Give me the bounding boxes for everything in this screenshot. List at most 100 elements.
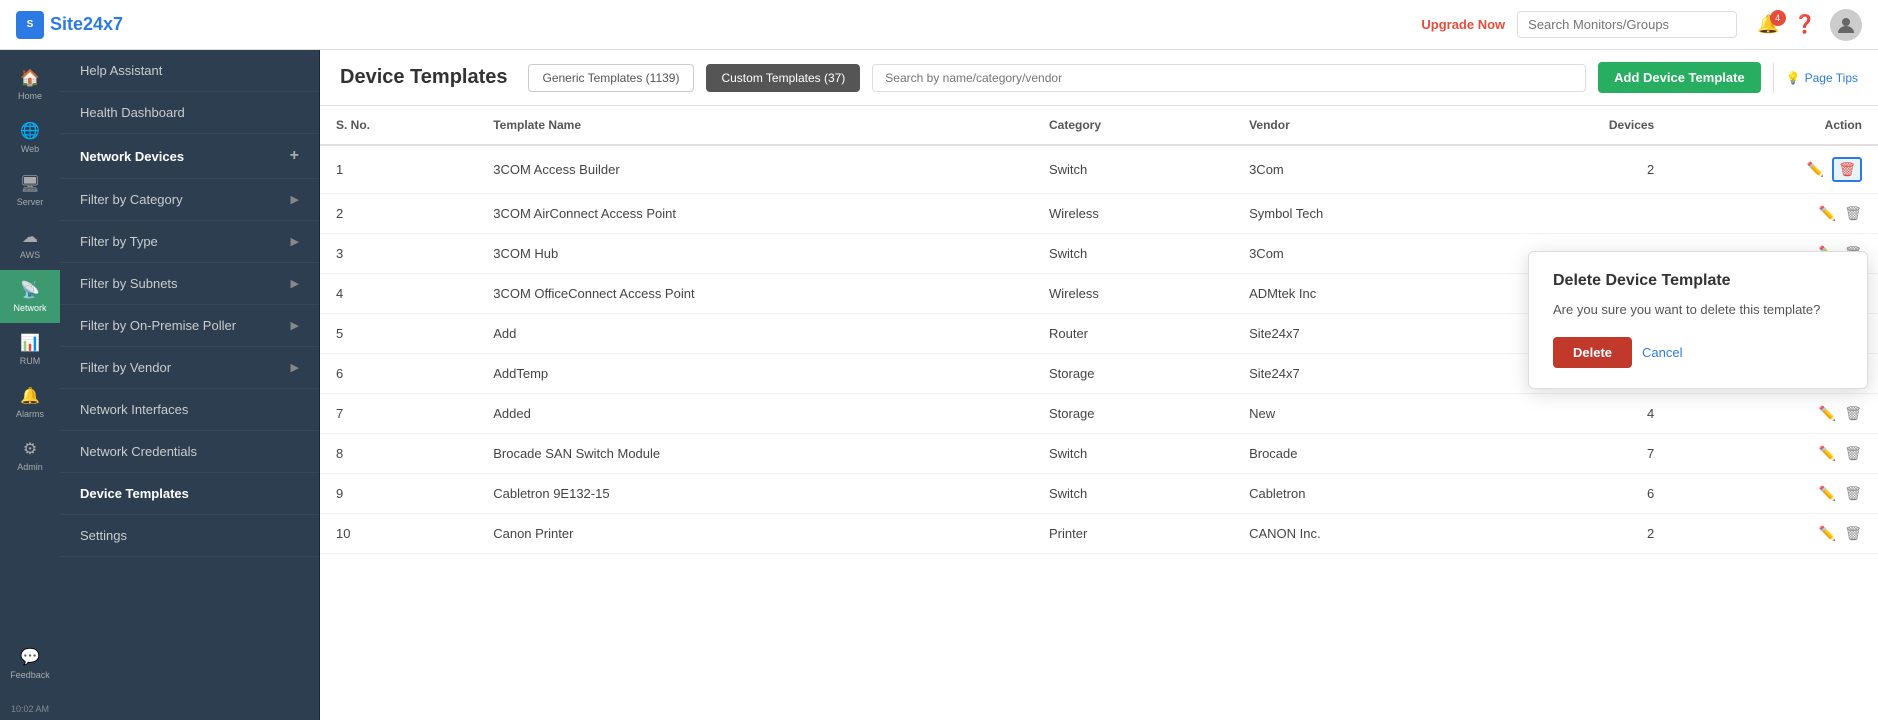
cell-template-name: Canon Printer [477,514,1033,554]
col-vendor: Vendor [1233,106,1486,145]
cell-action: ✏️ 🗑 [1670,145,1878,194]
cell-sno: 5 [320,314,477,354]
server-icon: 🖥 [20,174,40,194]
table-header-row: S. No. Template Name Category Vendor Dev… [320,106,1878,145]
aws-icon: ☁ [22,227,38,247]
tab-custom-templates[interactable]: Custom Templates (37) [706,64,860,92]
nav-icons: 🔔 4 ❓ [1757,9,1862,41]
cell-template-name: 3COM AirConnect Access Point [477,194,1033,234]
tab-generic-templates[interactable]: Generic Templates (1139) [528,64,695,92]
nav-item-network-devices[interactable]: Network Devices + [60,134,319,179]
add-device-template-button[interactable]: Add Device Template [1598,62,1761,93]
nav-item-settings[interactable]: Settings [60,515,319,557]
home-icon: 🏠 [20,68,40,88]
cell-template-name: AddTemp [477,354,1033,394]
nav-panel: Help Assistant Health Dashboard Network … [60,50,320,720]
main-layout: 🏠 Home 🌐 Web 🖥 Server ☁ AWS 📡 Network 📊 … [0,50,1878,720]
sidebar-item-alarms[interactable]: 🔔 Alarms [0,376,60,429]
cell-template-name: Brocade SAN Switch Module [477,434,1033,474]
template-search-input[interactable] [872,64,1586,92]
global-search-input[interactable] [1517,11,1737,38]
cell-vendor: Brocade [1233,434,1486,474]
nav-item-filter-subnets[interactable]: Filter by Subnets ▶ [60,263,319,305]
cell-vendor: CANON Inc. [1233,514,1486,554]
cell-action: ✏️ 🗑 [1670,434,1878,474]
table-row: 7 Added Storage New 4 ✏️ 🗑 [320,394,1878,434]
popup-delete-button[interactable]: Delete [1553,337,1632,368]
sidebar-item-web[interactable]: 🌐 Web [0,111,60,164]
upgrade-now-link[interactable]: Upgrade Now [1421,17,1505,32]
cell-vendor: Site24x7 [1233,354,1486,394]
logo-text: Site24x7 [50,14,123,35]
cell-devices: 7 [1486,434,1670,474]
edit-icon[interactable]: ✏️ [1819,485,1836,502]
cell-category: Storage [1033,354,1233,394]
cell-devices [1486,194,1670,234]
nav-item-filter-type[interactable]: Filter by Type ▶ [60,221,319,263]
popup-actions: Delete Cancel [1553,337,1843,368]
sidebar-item-server[interactable]: 🖥 Server [0,164,60,217]
page-tips-link[interactable]: 💡 Page Tips [1786,71,1858,85]
cell-sno: 9 [320,474,477,514]
filter-category-arrow: ▶ [291,193,299,206]
notifications-icon[interactable]: 🔔 4 [1757,14,1779,35]
table-row: 2 3COM AirConnect Access Point Wireless … [320,194,1878,234]
cell-template-name: 3COM Hub [477,234,1033,274]
delete-icon[interactable]: 🗑 [1844,525,1862,542]
feedback-icon: 💬 [20,647,40,667]
nav-item-filter-category[interactable]: Filter by Category ▶ [60,179,319,221]
cell-sno: 1 [320,145,477,194]
lightbulb-icon: 💡 [1786,71,1801,85]
delete-icon[interactable]: 🗑 [1844,445,1862,462]
sidebar-item-admin[interactable]: ⚙ Admin [0,429,60,482]
cell-sno: 3 [320,234,477,274]
cell-action: ✏️ 🗑 [1670,474,1878,514]
sidebar-item-network[interactable]: 📡 Network [0,270,60,323]
sidebar: 🏠 Home 🌐 Web 🖥 Server ☁ AWS 📡 Network 📊 … [0,50,60,720]
cell-vendor: 3Com [1233,145,1486,194]
logo: S Site24x7 [16,11,123,39]
nav-item-network-interfaces[interactable]: Network Interfaces [60,389,319,431]
filter-subnets-arrow: ▶ [291,277,299,290]
col-action: Action [1670,106,1878,145]
popup-title: Delete Device Template [1553,272,1843,290]
nav-item-filter-poller[interactable]: Filter by On-Premise Poller ▶ [60,305,319,347]
add-network-device-icon[interactable]: + [290,147,299,165]
edit-icon[interactable]: ✏️ [1819,205,1836,222]
delete-icon[interactable]: 🗑 [1844,205,1862,222]
filter-type-arrow: ▶ [291,235,299,248]
cell-category: Printer [1033,514,1233,554]
cell-sno: 7 [320,394,477,434]
edit-icon[interactable]: ✏️ [1819,525,1836,542]
cell-sno: 10 [320,514,477,554]
cell-action: ✏️ 🗑 [1670,514,1878,554]
sidebar-item-home[interactable]: 🏠 Home [0,58,60,111]
cell-vendor: 3Com [1233,234,1486,274]
cell-devices: 2 [1486,145,1670,194]
cell-devices: 2 [1486,514,1670,554]
delete-icon[interactable]: 🗑 [1844,405,1862,422]
delete-icon[interactable]: 🗑 [1844,485,1862,502]
edit-icon[interactable]: ✏️ [1819,405,1836,422]
edit-icon[interactable]: ✏️ [1807,161,1824,178]
edit-icon[interactable]: ✏️ [1819,445,1836,462]
sidebar-item-aws[interactable]: ☁ AWS [0,217,60,270]
sidebar-item-rum[interactable]: 📊 RUM [0,323,60,376]
nav-item-device-templates[interactable]: Device Templates [60,473,319,515]
delete-icon[interactable]: 🗑 [1832,157,1862,182]
alarms-icon: 🔔 [20,386,40,406]
main-content: Device Templates Generic Templates (1139… [320,50,1878,720]
cell-category: Switch [1033,234,1233,274]
help-icon[interactable]: ❓ [1794,14,1816,35]
sidebar-label-admin: Admin [17,462,43,472]
cell-vendor: Symbol Tech [1233,194,1486,234]
user-avatar[interactable] [1830,9,1862,41]
nav-item-network-credentials[interactable]: Network Credentials [60,431,319,473]
popup-cancel-button[interactable]: Cancel [1642,345,1682,360]
col-category: Category [1033,106,1233,145]
sidebar-item-feedback[interactable]: 💬 Feedback [0,637,60,690]
nav-item-help-assistant[interactable]: Help Assistant [60,50,319,92]
nav-item-health-dashboard[interactable]: Health Dashboard [60,92,319,134]
cell-sno: 6 [320,354,477,394]
nav-item-filter-vendor[interactable]: Filter by Vendor ▶ [60,347,319,389]
